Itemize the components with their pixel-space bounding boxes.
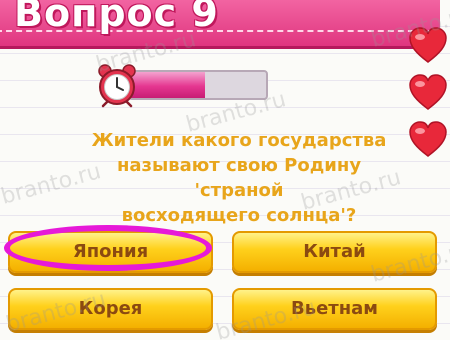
answer-button[interactable]: Китай: [232, 231, 437, 273]
question-number-title: Вопрос 9: [14, 0, 219, 35]
question-text: Жители какого государства называют свою …: [91, 130, 387, 226]
timer-fill: [130, 72, 205, 98]
life-heart-icon: [409, 121, 447, 157]
life-heart-icon: [409, 74, 447, 110]
answer-button[interactable]: Корея: [8, 288, 213, 330]
answer-button[interactable]: Япония: [8, 231, 213, 273]
answer-button[interactable]: Вьетнам: [232, 288, 437, 330]
timer-bar: [128, 70, 268, 100]
alarm-clock-icon: [98, 64, 136, 108]
life-heart-icon: [409, 27, 447, 63]
